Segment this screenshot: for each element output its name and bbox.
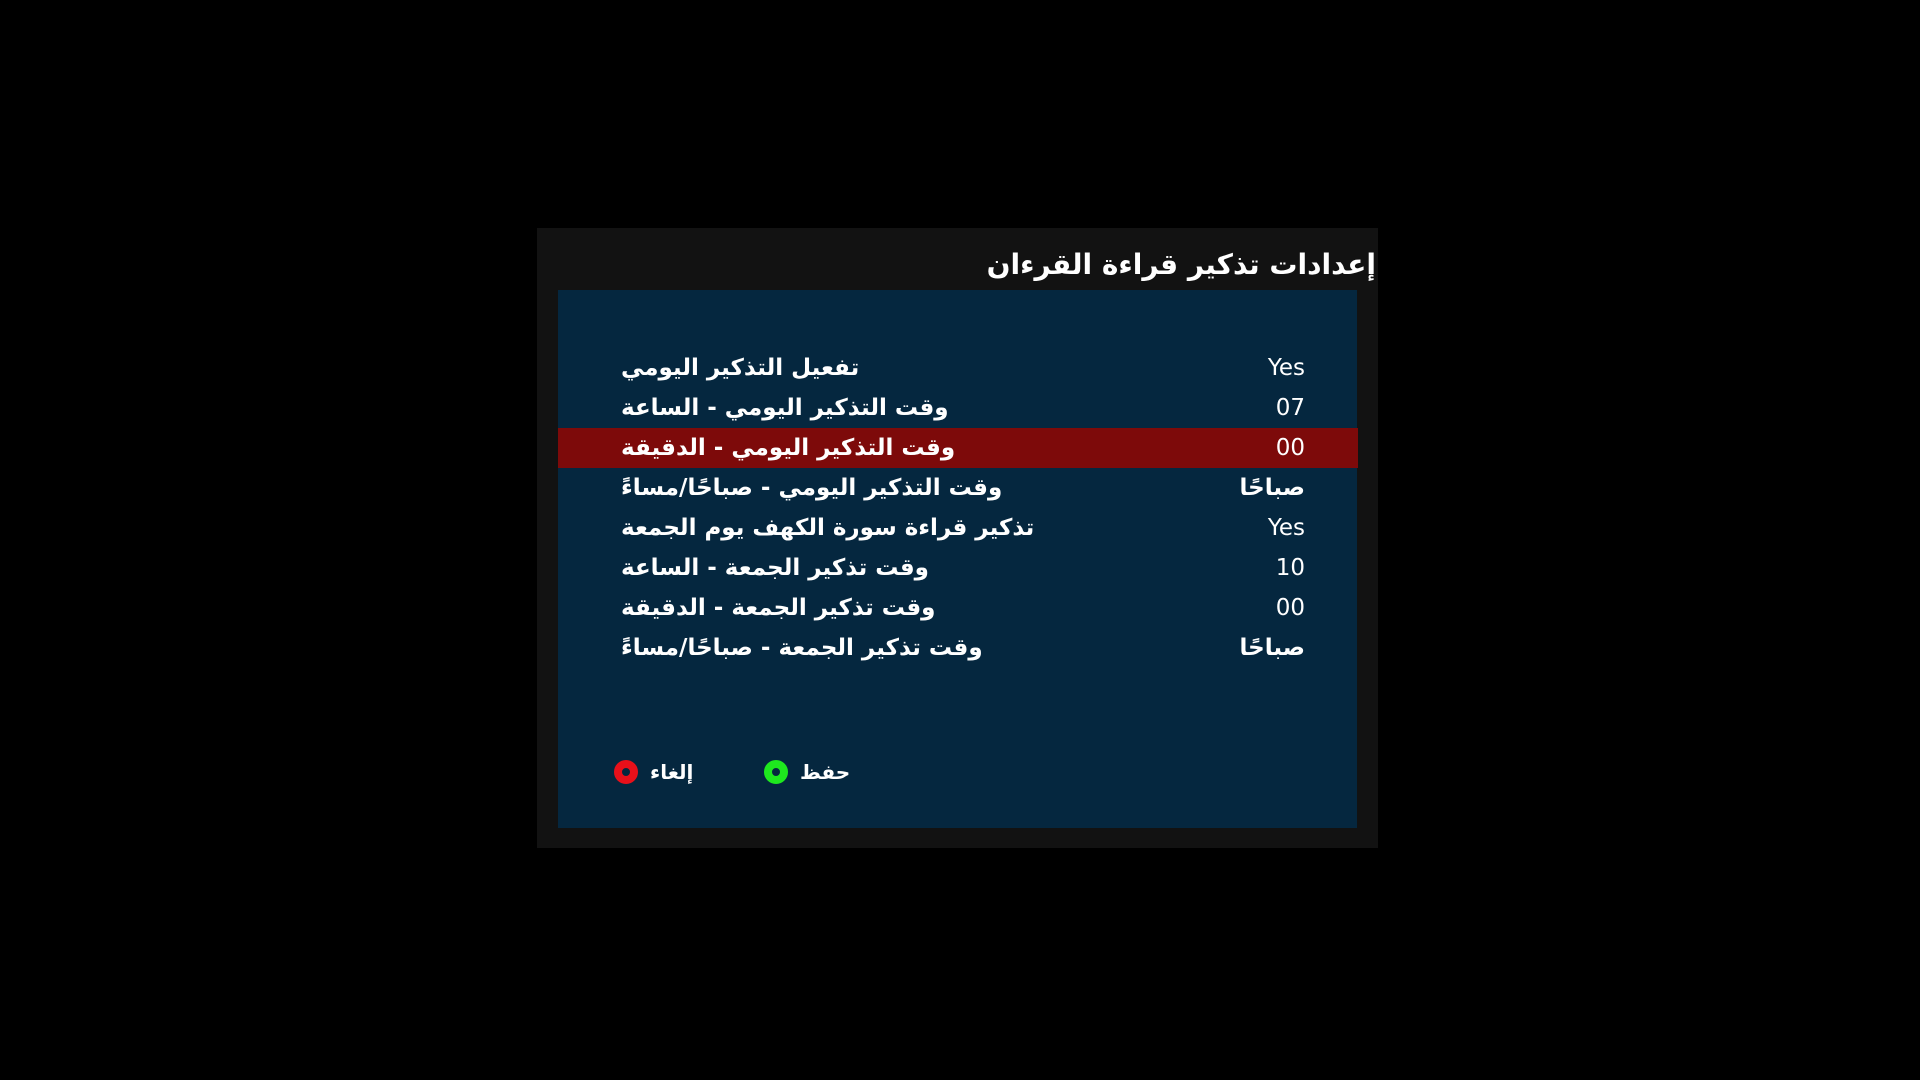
save-button[interactable]: حفظ [764, 752, 850, 792]
setting-friday-reminder-ampm[interactable]: وقت تذكير الجمعة - صباحًا/مساءً صباحًا [607, 628, 1307, 668]
setting-label: وقت تذكير الجمعة - الساعة [621, 555, 929, 581]
cancel-label: إلغاء [650, 760, 694, 784]
setting-label: وقت تذكير الجمعة - صباحًا/مساءً [621, 635, 983, 661]
setting-value: Yes [1267, 355, 1305, 381]
setting-label: تفعيل التذكير اليومي [621, 355, 860, 381]
setting-friday-reminder-minute[interactable]: وقت تذكير الجمعة - الدقيقة 00 [607, 588, 1307, 628]
settings-panel: تفعيل التذكير اليومي Yes وقت التذكير الي… [558, 290, 1358, 828]
setting-value: صباحًا [1239, 635, 1305, 661]
setting-daily-reminder-ampm[interactable]: وقت التذكير اليومي - صباحًا/مساءً صباحًا [607, 468, 1307, 508]
setting-friday-kahf-reminder[interactable]: تذكير قراءة سورة الكهف يوم الجمعة Yes [607, 508, 1307, 548]
reminder-settings-dialog: إعدادات تذكير قراءة القرءان تفعيل التذكي… [537, 228, 1378, 848]
green-ring-icon [764, 760, 788, 784]
setting-daily-reminder-hour[interactable]: وقت التذكير اليومي - الساعة 07 [607, 388, 1307, 428]
setting-daily-reminder-minute[interactable]: وقت التذكير اليومي - الدقيقة 00 [558, 428, 1358, 468]
setting-label: وقت التذكير اليومي - الساعة [621, 395, 949, 421]
setting-value: 00 [1275, 595, 1305, 621]
setting-label: تذكير قراءة سورة الكهف يوم الجمعة [621, 515, 1035, 541]
setting-value: 07 [1275, 395, 1305, 421]
settings-list: تفعيل التذكير اليومي Yes وقت التذكير الي… [558, 348, 1358, 668]
cancel-button[interactable]: إلغاء [614, 752, 693, 792]
setting-label: وقت التذكير اليومي - صباحًا/مساءً [621, 475, 1003, 501]
setting-label: وقت التذكير اليومي - الدقيقة [621, 435, 956, 461]
setting-friday-reminder-hour[interactable]: وقت تذكير الجمعة - الساعة 10 [607, 548, 1307, 588]
setting-value: صباحًا [1239, 475, 1305, 501]
footer-actions: إلغاء حفظ [558, 752, 1357, 792]
save-label: حفظ [800, 760, 851, 784]
setting-value: Yes [1267, 515, 1305, 541]
red-ring-icon [614, 760, 638, 784]
setting-daily-reminder-enable[interactable]: تفعيل التذكير اليومي Yes [607, 348, 1307, 388]
setting-value: 00 [1275, 435, 1305, 461]
setting-value: 10 [1275, 555, 1305, 581]
setting-label: وقت تذكير الجمعة - الدقيقة [621, 595, 936, 621]
dialog-title: إعدادات تذكير قراءة القرءان [986, 248, 1376, 281]
